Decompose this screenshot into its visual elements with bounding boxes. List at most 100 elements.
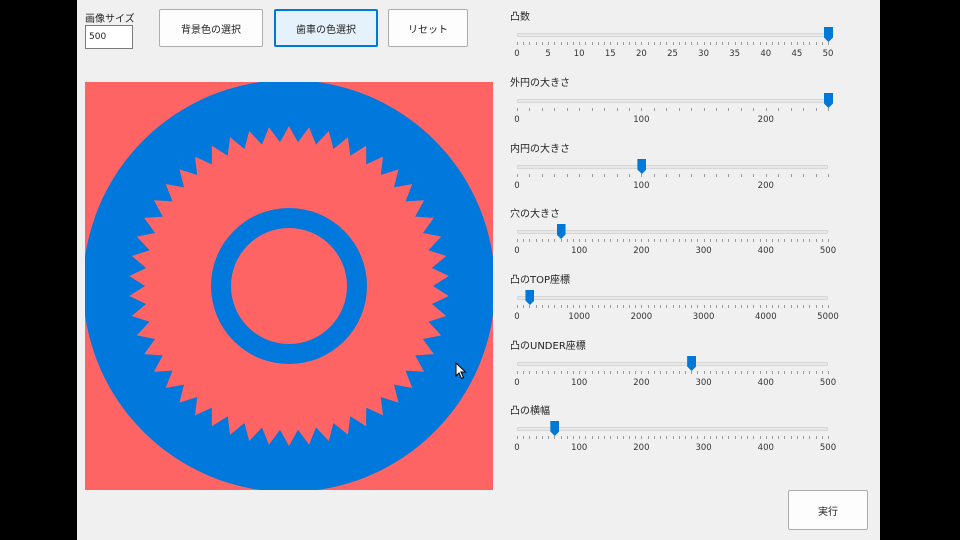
slider-tick [740,371,742,374]
slider-tick [641,239,643,242]
slider-tick [684,305,686,308]
slider-tick [815,108,817,111]
slider-tick [778,436,780,439]
slider-tick [678,174,680,177]
slider-width-track[interactable] [517,427,828,431]
slider-tick [759,239,761,242]
slider-tick [572,436,574,439]
slider-outer-track[interactable] [517,99,828,103]
slider-tick [548,371,550,374]
slider-under-thumb[interactable] [687,356,697,371]
slider-tick [622,436,624,439]
slider-top-label: 凸のTOP座標 [510,275,571,286]
slider-tick [790,436,792,439]
slider-top-track[interactable] [517,296,828,300]
slider-tick [523,371,525,374]
slider-hole-thumb[interactable] [556,224,566,239]
slider-tick [728,371,730,374]
slider-tick-label: 0 [514,49,520,59]
slider-tick-label: 5000 [817,312,839,322]
slider-top-thumb[interactable] [525,290,535,305]
slider-tick [591,108,593,111]
slider-tick [572,42,574,45]
slider-tick [616,436,618,439]
slider-tick-label: 0 [514,378,520,388]
slider-tick [747,436,749,439]
slider-tick [672,42,674,45]
slider-tick [740,305,742,308]
slider-teeth[interactable]: 凸数 0 5 10 15 20 25 30 35 40 45 50 [510,8,835,68]
slider-tick [541,239,543,242]
slider-tick [535,305,537,308]
slider-tick [709,42,711,45]
slider-tick [641,42,643,45]
slider-tick [647,371,649,374]
slider-tick [740,239,742,242]
slider-tick [517,436,518,439]
slider-tick [697,305,699,308]
image-size-input[interactable] [85,25,133,49]
slider-tick-label: 300 [695,443,712,453]
slider-tick [541,108,543,111]
slider-tick [753,42,755,45]
slider-tick [541,305,543,308]
slider-tick [784,436,786,439]
slider-tick [790,371,792,374]
slider-tick [753,305,755,308]
slider-tick [672,371,674,374]
slider-tick [591,305,593,308]
slider-tick [759,305,761,308]
slider-tick [604,305,606,308]
slider-tick-label: 40 [760,49,772,59]
slider-tick [616,371,618,374]
gear-color-button[interactable]: 歯車の色選択 [274,9,378,47]
slider-outer-thumb[interactable] [824,93,833,108]
slider-tick [759,371,761,374]
slider-tick [560,371,562,374]
slider-tick [716,174,718,177]
slider-inner-thumb[interactable] [637,159,647,174]
slider-tick [541,42,543,45]
slider-tick [641,305,643,308]
slider-under[interactable]: 凸のUNDER座標 0 100 200 300 400 500 [510,337,836,397]
slider-tick [604,436,606,439]
slider-tick [803,108,805,111]
slider-tick [772,371,774,374]
slider-tick [579,174,581,177]
slider-top[interactable]: 凸のTOP座標 0 1000 2000 3000 4000 5000 [510,271,839,331]
run-button[interactable]: 実行 [788,490,868,530]
slider-tick [604,239,606,242]
reset-button[interactable]: リセット [388,9,468,47]
slider-tick [566,305,568,308]
slider-tick [747,239,749,242]
slider-tick [591,174,593,177]
background-color-button[interactable]: 背景色の選択 [159,9,263,47]
slider-tick [790,174,792,177]
slider-tick-label: 1000 [568,312,591,322]
slider-tick [703,108,705,111]
slider-tick [703,436,705,439]
slider-tick [554,174,556,177]
slider-hole[interactable]: 穴の大きさ 0 100 200 300 400 500 [510,205,836,265]
slider-tick [660,42,662,45]
slider-outer[interactable]: 外円の大きさ 0 100 200 [510,74,835,134]
slider-inner[interactable]: 内円の大きさ 0 100 200 [510,140,835,200]
slider-tick [784,239,786,242]
slider-tick [622,305,624,308]
slider-tick [796,305,798,308]
slider-tick [628,305,630,308]
slider-width[interactable]: 凸の横幅 0 100 200 300 400 500 [510,402,836,462]
slider-under-track[interactable] [517,362,828,366]
slider-width-thumb[interactable] [550,421,560,436]
slider-teeth-track[interactable] [517,33,828,37]
slider-teeth-thumb[interactable] [824,27,833,42]
slider-inner-track[interactable] [517,165,828,169]
slider-tick [666,108,668,111]
slider-tick [610,239,612,242]
slider-tick-label: 5 [545,49,551,59]
slider-tick [610,305,612,308]
slider-width-label: 凸の横幅 [510,406,550,417]
slider-tick [548,436,550,439]
slider-tick [541,436,543,439]
slider-tick [691,305,693,308]
